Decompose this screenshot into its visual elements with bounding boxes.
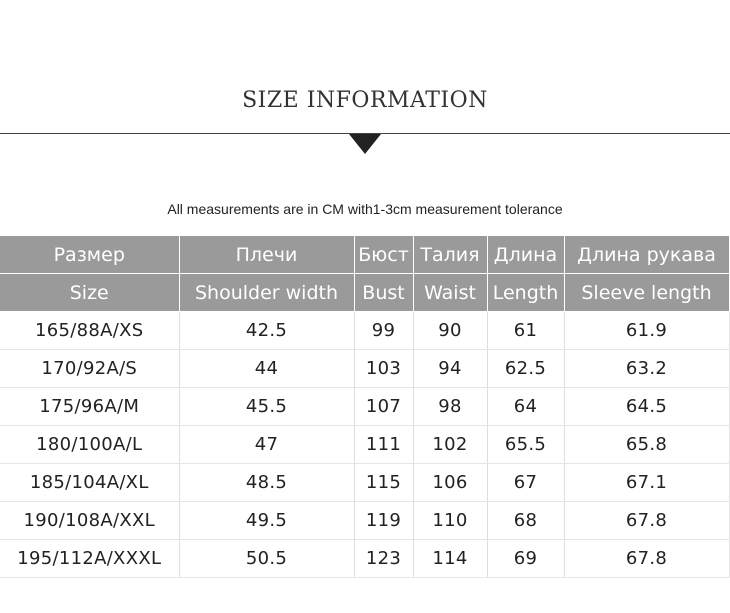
table-cell: 103	[354, 349, 414, 388]
header-row-russian: Размер Плечи Бюст Талия Длина Длина рука…	[0, 236, 730, 274]
table-cell: 114	[413, 539, 488, 578]
table-cell: 62.5	[487, 349, 565, 388]
table-cell: 67.8	[564, 501, 730, 540]
table-cell: 63.2	[564, 349, 730, 388]
size-table: Размер Плечи Бюст Талия Длина Длина рука…	[0, 236, 730, 578]
measurement-note: All measurements are in CM with1-3cm mea…	[167, 201, 563, 217]
header-cell: Size	[0, 273, 180, 312]
table-cell: 65.8	[564, 425, 730, 464]
table-cell: 47	[179, 425, 355, 464]
table-cell: 107	[354, 387, 414, 426]
header-row-english: Size Shoulder width Bust Waist Length Sl…	[0, 273, 730, 312]
table-row: 170/92A/S 44 103 94 62.5 63.2	[0, 349, 730, 388]
table-cell: 48.5	[179, 463, 355, 502]
table-cell: 165/88A/XS	[0, 311, 180, 350]
table-row: 195/112A/XXXL 50.5 123 114 69 67.8	[0, 539, 730, 578]
table-cell: 50.5	[179, 539, 355, 578]
header-cell: Размер	[0, 236, 180, 274]
table-cell: 115	[354, 463, 414, 502]
table-cell: 61.9	[564, 311, 730, 350]
table-cell: 119	[354, 501, 414, 540]
table-cell: 180/100A/L	[0, 425, 180, 464]
table-cell: 123	[354, 539, 414, 578]
table-cell: 65.5	[487, 425, 565, 464]
table-cell: 64.5	[564, 387, 730, 426]
header-cell: Длина	[487, 236, 565, 274]
table-cell: 67.1	[564, 463, 730, 502]
table-cell: 49.5	[179, 501, 355, 540]
table-cell: 67.8	[564, 539, 730, 578]
table-cell: 67	[487, 463, 565, 502]
triangle-down-icon	[349, 134, 381, 154]
table-cell: 64	[487, 387, 565, 426]
table-row: 175/96A/M 45.5 107 98 64 64.5	[0, 387, 730, 426]
table-row: 185/104A/XL 48.5 115 106 67 67.1	[0, 463, 730, 502]
table-cell: 90	[413, 311, 488, 350]
table-cell: 170/92A/S	[0, 349, 180, 388]
header-cell: Бюст	[354, 236, 414, 274]
header-cell: Талия	[413, 236, 488, 274]
header-cell: Плечи	[179, 236, 355, 274]
table-row: 190/108A/XXL 49.5 119 110 68 67.8	[0, 501, 730, 540]
header-cell: Bust	[354, 273, 414, 312]
header-cell: Длина рукава	[564, 236, 730, 274]
header-cell: Shoulder width	[179, 273, 355, 312]
table-cell: 102	[413, 425, 488, 464]
table-cell: 61	[487, 311, 565, 350]
table-cell: 42.5	[179, 311, 355, 350]
table-cell: 106	[413, 463, 488, 502]
table-cell: 190/108A/XXL	[0, 501, 180, 540]
table-cell: 44	[179, 349, 355, 388]
table-cell: 110	[413, 501, 488, 540]
table-cell: 98	[413, 387, 488, 426]
page-title: SIZE INFORMATION	[242, 88, 488, 113]
table-cell: 94	[413, 349, 488, 388]
table-cell: 69	[487, 539, 565, 578]
table-cell: 45.5	[179, 387, 355, 426]
table-cell: 195/112A/XXXL	[0, 539, 180, 578]
table-cell: 185/104A/XL	[0, 463, 180, 502]
table-row: 180/100A/L 47 111 102 65.5 65.8	[0, 425, 730, 464]
header-cell: Length	[487, 273, 565, 312]
table-cell: 99	[354, 311, 414, 350]
table-row: 165/88A/XS 42.5 99 90 61 61.9	[0, 311, 730, 350]
table-cell: 68	[487, 501, 565, 540]
header-cell: Sleeve length	[564, 273, 730, 312]
table-cell: 111	[354, 425, 414, 464]
table-cell: 175/96A/M	[0, 387, 180, 426]
header-cell: Waist	[413, 273, 488, 312]
